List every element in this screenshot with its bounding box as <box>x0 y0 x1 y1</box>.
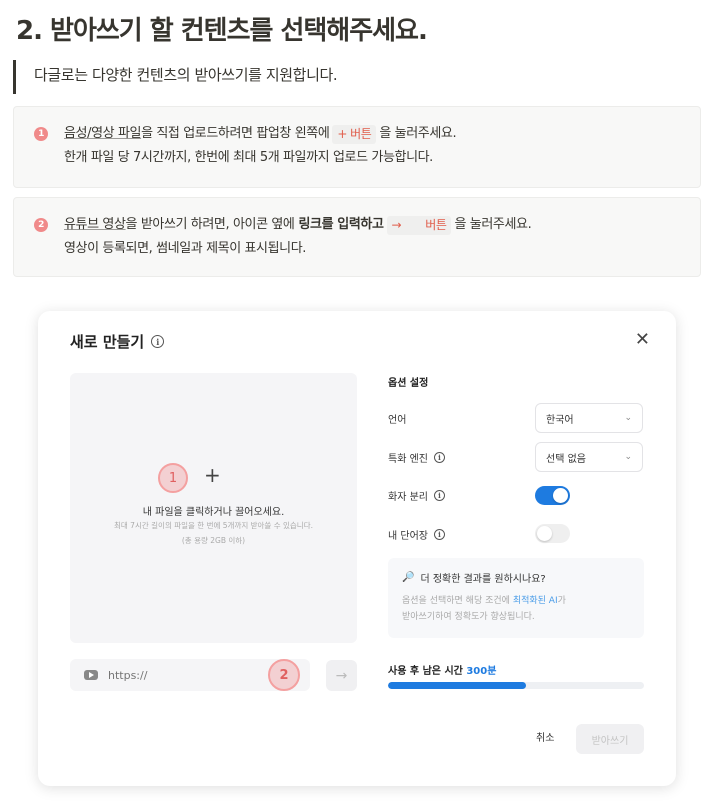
engine-select[interactable]: 선택 없음 ⌄ <box>535 442 643 472</box>
remaining-time: 사용 후 남은 시간 300분 <box>388 662 496 677</box>
url-input[interactable] <box>108 668 258 682</box>
step-badge-2: 2 <box>34 218 48 232</box>
engine-label-text: 특화 엔진 <box>388 454 428 465</box>
hint-title: 🔎 더 정확한 결과를 원하시나요? <box>402 570 630 585</box>
step-marker-1: 1 <box>158 463 188 493</box>
info-icon[interactable]: i <box>151 335 165 348</box>
hint-text: 옵션을 선택하면 해당 조건에 <box>402 596 510 606</box>
cancel-button[interactable]: 취소 <box>526 724 564 754</box>
arrow-right-icon: → <box>391 218 402 232</box>
callout-youtube: 2 유튜브 영상 을 받아쓰기 하려면, 아이콘 옆에 링크를 입력하고 → 버… <box>13 197 701 277</box>
modal-title-text: 새로 만들기 <box>70 333 145 351</box>
plus-icon: + <box>337 127 348 141</box>
language-select[interactable]: 한국어 ⌄ <box>535 403 643 433</box>
remaining-label: 사용 후 남은 시간 <box>388 666 463 677</box>
engine-value: 선택 없음 <box>546 453 586 465</box>
youtube-icon <box>84 670 98 680</box>
callout-text: 을 직접 업로드하려면 팝업창 왼쪽에 <box>141 126 330 141</box>
chevron-down-icon: ⌄ <box>624 452 632 462</box>
page-title: 2. 받아쓰기 할 컨텐츠를 선택해주세요. <box>16 16 428 46</box>
dropzone-label: 내 파일을 클릭하거나 끌어오세요. <box>142 507 285 518</box>
hint-title-text: 더 정확한 결과를 원하시나요? <box>420 574 546 585</box>
remaining-value: 300분 <box>466 666 497 677</box>
info-icon[interactable]: i <box>433 490 445 501</box>
magnifier-icon: 🔎 <box>402 572 415 583</box>
dropzone-sublabel: 최대 7시간 길이의 파일을 한 번에 5개까지 받아쓸 수 있습니다. <box>114 521 313 530</box>
remaining-progress-bar <box>388 682 644 689</box>
callout-text: 을 받아쓰기 하려면, 아이콘 옆에 <box>125 217 295 232</box>
speaker-label: 화자 분리 i <box>388 488 445 503</box>
dictionary-label-text: 내 단어장 <box>388 531 428 542</box>
plus-icon[interactable]: + <box>204 463 221 487</box>
close-icon[interactable]: ✕ <box>635 329 650 350</box>
new-transcription-modal: 새로 만들기 i ✕ 1 + 내 파일을 클릭하거나 끌어오세요. 최대 7시간… <box>38 311 676 786</box>
step-badge-1: 1 <box>34 127 48 141</box>
hint-link: 최적화된 AI <box>512 596 558 606</box>
url-submit-button[interactable]: → <box>326 660 357 691</box>
hint-text: 받아쓰기하여 정확도가 향상됩니다. <box>402 612 535 622</box>
callout-note: 영상이 등록되면, 썸네일과 제목이 표시됩니다. <box>64 241 307 256</box>
step-marker-2: 2 <box>268 659 300 691</box>
toggle-knob <box>537 526 552 541</box>
file-dropzone[interactable]: 1 + 내 파일을 클릭하거나 끌어오세요. 최대 7시간 길이의 파일을 한 … <box>70 373 357 643</box>
callout-link-youtube[interactable]: 유튜브 영상 <box>64 213 126 237</box>
language-label-text: 언어 <box>388 415 407 426</box>
hint-text: 가 <box>557 596 566 606</box>
callout-text: 을 눌러주세요. <box>454 217 532 232</box>
callout-link-file[interactable]: 음성/영상 파일 <box>64 122 141 146</box>
chip-label: 버튼 <box>350 127 372 141</box>
hint-body: 옵션을 선택하면 해당 조건에 최적화된 AI가 받아쓰기하여 정확도가 향상됩… <box>402 593 630 625</box>
quote-block: 다글로는 다양한 컨텐츠의 받아쓰기를 지원합니다. <box>13 60 338 94</box>
dropzone-size-limit: (총 용량 2GB 이하) <box>181 536 246 545</box>
callout-bold-text: 링크를 입력하고 <box>298 217 384 232</box>
arrow-button-chip: → 버튼 <box>386 215 452 235</box>
progress-fill <box>388 682 527 689</box>
modal-title: 새로 만들기 i <box>70 331 165 352</box>
callout-upload: 1 음성/영상 파일 을 직접 업로드하려면 팝업창 왼쪽에 + 버튼 을 눌러… <box>13 106 701 188</box>
speaker-toggle[interactable] <box>535 486 570 505</box>
toggle-knob <box>553 488 568 503</box>
info-icon[interactable]: i <box>433 529 445 540</box>
language-label: 언어 <box>388 411 406 426</box>
chevron-down-icon: ⌄ <box>624 413 632 423</box>
options-title: 옵션 설정 <box>388 378 429 389</box>
transcribe-button[interactable]: 받아쓰기 <box>576 724 644 754</box>
dictionary-label: 내 단어장 i <box>388 527 445 542</box>
accuracy-hint: 🔎 더 정확한 결과를 원하시나요? 옵션을 선택하면 해당 조건에 최적화된 … <box>388 558 644 638</box>
info-icon[interactable]: i <box>433 452 445 463</box>
plus-button-chip: + 버튼 <box>332 124 377 144</box>
callout-text: 을 눌러주세요. <box>379 126 457 141</box>
chip-label: 버튼 <box>425 218 447 232</box>
language-value: 한국어 <box>546 414 574 426</box>
callout-note: 한개 파일 당 7시간까지, 한번에 최대 5개 파일까지 업로드 가능합니다. <box>64 150 433 165</box>
engine-label: 특화 엔진 i <box>388 450 445 465</box>
speaker-label-text: 화자 분리 <box>388 492 428 503</box>
dictionary-toggle[interactable] <box>535 524 570 543</box>
